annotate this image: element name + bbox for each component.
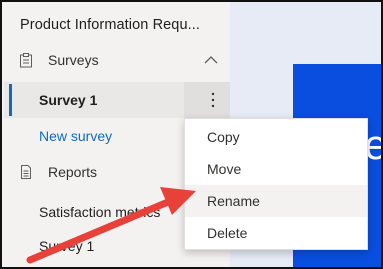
- nav-item-satisfaction-metrics-label: Satisfaction metrics: [39, 204, 161, 220]
- menu-item-move-label: Move: [207, 161, 242, 177]
- menu-item-copy[interactable]: Copy: [185, 121, 367, 153]
- more-vertical-icon[interactable]: [211, 91, 215, 109]
- menu-item-rename[interactable]: Rename: [185, 185, 367, 217]
- menu-item-move[interactable]: Move: [185, 153, 367, 185]
- clipboard-icon: [20, 53, 32, 68]
- chevron-up-icon[interactable]: [203, 54, 219, 66]
- nav-item-survey-1-label: Survey 1: [39, 92, 98, 108]
- document-icon: [21, 165, 31, 179]
- menu-item-copy-label: Copy: [207, 129, 240, 145]
- context-menu: Copy Move Rename Delete: [184, 118, 368, 250]
- nav-item-survey-1[interactable]: Survey 1: [4, 82, 230, 118]
- more-options-button[interactable]: [184, 82, 230, 118]
- section-surveys[interactable]: Surveys: [4, 44, 230, 76]
- selection-indicator: [9, 84, 12, 116]
- app-title: Product Information Requ...: [20, 17, 201, 33]
- section-surveys-label: Surveys: [48, 52, 99, 68]
- menu-item-delete[interactable]: Delete: [185, 217, 367, 249]
- app-window: e Product Information Requ... Surveys Su…: [0, 0, 383, 269]
- menu-item-rename-label: Rename: [207, 193, 260, 209]
- menu-item-delete-label: Delete: [207, 225, 248, 241]
- nav-item-report-survey-1-label: Survey 1: [39, 238, 95, 254]
- new-survey-label: New survey: [39, 128, 113, 144]
- section-reports-label: Reports: [48, 164, 98, 180]
